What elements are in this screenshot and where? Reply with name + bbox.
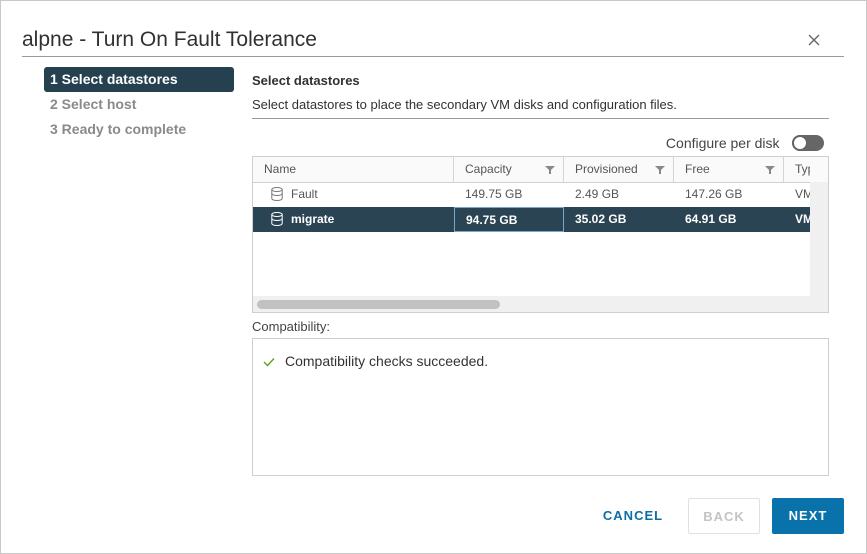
- step-select-datastores[interactable]: 1 Select datastores: [44, 67, 234, 92]
- cancel-button[interactable]: CANCEL: [595, 498, 671, 534]
- configure-per-disk-label: Configure per disk: [665, 134, 780, 151]
- section-description: Select datastores to place the secondary…: [252, 97, 677, 112]
- step-ready-to-complete[interactable]: 3 Ready to complete: [44, 117, 234, 142]
- table-row-selected[interactable]: migrate 94.75 GB 35.02 GB 64.91 GB VM: [253, 207, 811, 232]
- column-header-label: Name: [264, 162, 297, 176]
- cell-free: 147.26 GB: [685, 187, 743, 201]
- grid-viewport: Name Capacity Provisioned Free Typ: [253, 157, 811, 297]
- section-title: Select datastores: [252, 73, 360, 88]
- cell-type: VM: [795, 187, 811, 201]
- title-divider: [22, 56, 844, 57]
- column-header-label: Typ: [795, 162, 811, 176]
- wizard-steps: 1 Select datastores 2 Select host 3 Read…: [44, 67, 234, 142]
- cell-capacity: 149.75 GB: [465, 187, 523, 201]
- close-icon[interactable]: [807, 33, 821, 47]
- check-icon: [263, 358, 275, 367]
- configure-per-disk-toggle[interactable]: [792, 134, 824, 151]
- filter-icon[interactable]: [545, 165, 555, 175]
- step-select-host[interactable]: 2 Select host: [44, 92, 234, 117]
- table-row[interactable]: Fault 149.75 GB 2.49 GB 147.26 GB VM: [253, 182, 811, 208]
- toggle-knob: [792, 134, 808, 151]
- column-header-type[interactable]: Typ: [784, 157, 811, 182]
- column-header-label: Capacity: [465, 162, 512, 176]
- cell-provisioned: 2.49 GB: [575, 187, 620, 201]
- horizontal-scrollbar[interactable]: [253, 296, 828, 312]
- column-header-name[interactable]: Name: [253, 157, 454, 182]
- cell-type: VM: [795, 212, 811, 226]
- configure-per-disk-row: Configure per disk: [252, 134, 824, 154]
- compatibility-label: Compatibility:: [252, 319, 331, 334]
- section-divider: [252, 118, 829, 119]
- column-header-capacity[interactable]: Capacity: [454, 157, 564, 182]
- cell-name: migrate: [291, 212, 335, 226]
- next-button[interactable]: NEXT: [772, 498, 844, 534]
- filter-icon[interactable]: [655, 165, 665, 175]
- compatibility-panel: Compatibility checks succeeded.: [252, 338, 829, 476]
- back-button[interactable]: BACK: [688, 498, 760, 534]
- grid-header: Name Capacity Provisioned Free Typ: [253, 157, 811, 183]
- vertical-scrollbar[interactable]: [810, 182, 828, 296]
- column-header-label: Provisioned: [575, 162, 638, 176]
- dialog-title: alpne - Turn On Fault Tolerance: [22, 28, 317, 51]
- cell-free: 64.91 GB: [685, 212, 737, 226]
- column-header-provisioned[interactable]: Provisioned: [564, 157, 674, 182]
- horizontal-scrollbar-thumb[interactable]: [257, 300, 500, 309]
- compatibility-message: Compatibility checks succeeded.: [285, 353, 489, 369]
- cell-provisioned: 35.02 GB: [575, 212, 627, 226]
- datastore-grid: Name Capacity Provisioned Free Typ: [252, 156, 829, 313]
- fault-tolerance-dialog: alpne - Turn On Fault Tolerance 1 Select…: [0, 0, 867, 554]
- cell-name: Fault: [291, 187, 318, 201]
- filter-icon[interactable]: [765, 165, 775, 175]
- step-content-header: Select datastores Select datastores to p…: [252, 73, 829, 119]
- vertical-scrollbar-header: [810, 157, 828, 183]
- column-header-label: Free: [685, 162, 710, 176]
- column-header-free[interactable]: Free: [674, 157, 784, 182]
- cell-capacity: 94.75 GB: [454, 207, 564, 232]
